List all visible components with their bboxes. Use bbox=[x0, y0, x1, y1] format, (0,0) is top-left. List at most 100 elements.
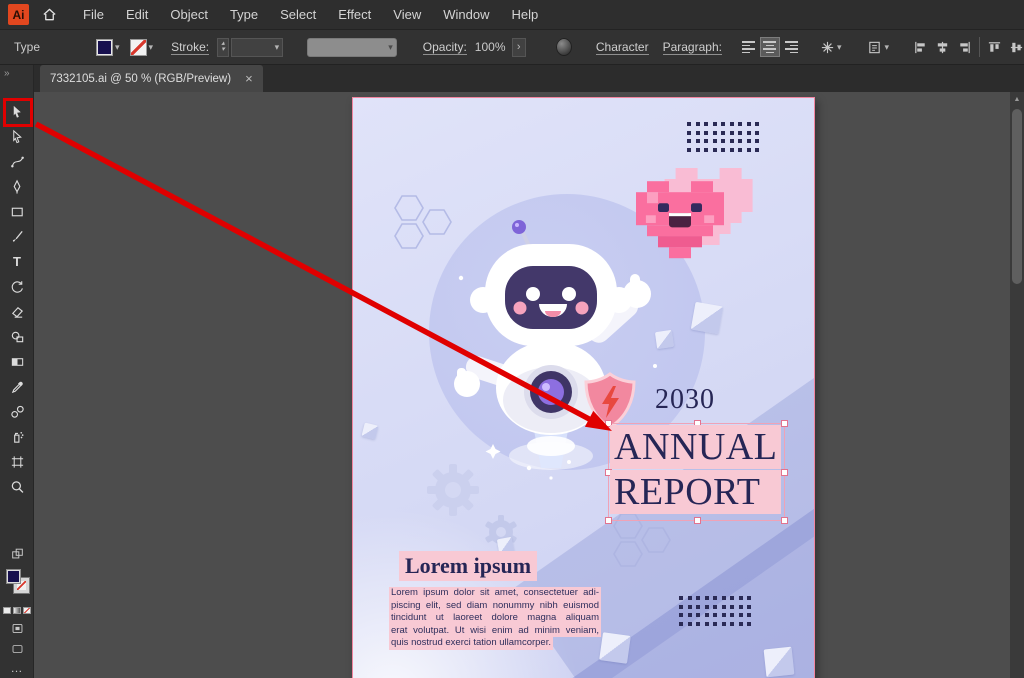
vertical-align-top-icon[interactable] bbox=[987, 40, 1002, 55]
menu-item[interactable]: Select bbox=[269, 0, 327, 29]
gradient-tool[interactable] bbox=[4, 349, 30, 374]
fill-swatch-icon[interactable] bbox=[6, 569, 21, 584]
selection-handle[interactable] bbox=[781, 469, 788, 476]
chevron-down-icon[interactable]: ▾ bbox=[115, 43, 120, 52]
fill-stroke-swatches[interactable] bbox=[0, 567, 34, 601]
scrollbar-thumb[interactable] bbox=[1012, 109, 1022, 284]
horizontal-align-right-icon[interactable] bbox=[957, 40, 972, 55]
none-button[interactable] bbox=[23, 607, 31, 614]
symbol-sprayer-tool[interactable] bbox=[4, 424, 30, 449]
rotate-tool[interactable] bbox=[4, 274, 30, 299]
align-left-icon[interactable] bbox=[738, 37, 758, 57]
menu-item[interactable]: Edit bbox=[115, 0, 159, 29]
stroke-weight-stepper[interactable]: ▴▾ bbox=[217, 38, 229, 57]
home-button[interactable] bbox=[36, 0, 62, 30]
poster-website-text[interactable]: WWW.YOURSITE.COM bbox=[783, 554, 794, 678]
cube-shape bbox=[599, 632, 631, 664]
menu-item[interactable]: Type bbox=[219, 0, 269, 29]
poster-heading-text[interactable]: Lorem ipsum bbox=[399, 551, 537, 581]
illustrator-window: Ai FileEditObjectTypeSelectEffectViewWin… bbox=[0, 0, 1024, 678]
brush-definition-select[interactable]: ▾ bbox=[307, 38, 397, 57]
illustrator-logo-icon: Ai bbox=[8, 4, 29, 25]
document-tab-title: 7332105.ai @ 50 % (RGB/Preview) bbox=[50, 73, 231, 85]
poster-title-line2: REPORT bbox=[610, 470, 781, 514]
menu-item[interactable]: File bbox=[72, 0, 115, 29]
poster-body-text[interactable]: Lorem ipsum dolor sit amet, consectetuer… bbox=[389, 587, 601, 650]
opacity-label[interactable]: Opacity: bbox=[423, 40, 467, 55]
selection-handle[interactable] bbox=[781, 420, 788, 427]
curvature-tool[interactable] bbox=[4, 149, 30, 174]
stepper-down-icon[interactable]: ▾ bbox=[221, 47, 225, 53]
drawing-modes-icon[interactable] bbox=[10, 622, 25, 635]
stroke-weight-select[interactable]: ▾ bbox=[231, 38, 283, 57]
fill-color-swatch[interactable] bbox=[96, 39, 113, 56]
direct-selection-tool[interactable] bbox=[4, 124, 30, 149]
selection-handle[interactable] bbox=[781, 517, 788, 524]
color-mode-buttons bbox=[0, 607, 34, 614]
document-setup-button[interactable]: ▾ bbox=[867, 40, 889, 55]
fill-color-control[interactable]: ▾ bbox=[96, 39, 120, 56]
horizontal-align-left-icon[interactable] bbox=[913, 40, 928, 55]
eraser-tool[interactable] bbox=[4, 299, 30, 324]
stroke-label[interactable]: Stroke: bbox=[171, 40, 209, 55]
document-tab[interactable]: 7332105.ai @ 50 % (RGB/Preview) × bbox=[40, 65, 263, 92]
align-right-icon[interactable] bbox=[782, 37, 802, 57]
options-bar: Type ▾ ▾ Stroke: ▴▾ ▾ ▾ Opacity: 100% › … bbox=[0, 30, 1024, 65]
cube-shape bbox=[691, 302, 723, 334]
shape-builder-tool[interactable] bbox=[4, 324, 30, 349]
paintbrush-tool[interactable] bbox=[4, 224, 30, 249]
rectangle-tool[interactable] bbox=[4, 199, 30, 224]
home-icon bbox=[42, 7, 57, 22]
draw-mode-icon[interactable] bbox=[10, 547, 25, 561]
stroke-color-swatch[interactable] bbox=[130, 39, 147, 56]
dot-grid-top bbox=[687, 122, 760, 153]
chevron-down-icon: ▾ bbox=[837, 43, 842, 52]
opacity-value[interactable]: 100% bbox=[475, 40, 506, 54]
canvas[interactable]: 2030 ANNUAL REPORT Lorem ipsum bbox=[34, 92, 1024, 678]
symbol-sprayer-tool-icon bbox=[10, 429, 25, 445]
eyedropper-tool[interactable] bbox=[4, 374, 30, 399]
artboard-tool[interactable] bbox=[4, 449, 30, 474]
chevron-down-icon[interactable]: ▾ bbox=[149, 43, 154, 52]
tool-list: T bbox=[0, 99, 34, 499]
menu-item[interactable]: Effect bbox=[327, 0, 382, 29]
type-tool[interactable]: T bbox=[4, 249, 30, 274]
blend-tool[interactable] bbox=[4, 399, 30, 424]
pixel-heart-illustration[interactable] bbox=[636, 168, 757, 267]
menu-item[interactable]: View bbox=[382, 0, 432, 29]
menu-item[interactable]: Help bbox=[500, 0, 549, 29]
color-button[interactable] bbox=[3, 607, 11, 614]
screen-mode-icon[interactable] bbox=[10, 643, 25, 655]
menu-bar: Ai FileEditObjectTypeSelectEffectViewWin… bbox=[0, 0, 1024, 30]
vertical-align-center-icon[interactable] bbox=[1009, 40, 1024, 55]
scroll-up-button[interactable]: ▲ bbox=[1010, 93, 1024, 106]
paragraph-label[interactable]: Paragraph: bbox=[663, 40, 722, 55]
gradient-button[interactable] bbox=[13, 607, 21, 614]
body-text-line: tincidunt ut laoreet dolore magna aliqua… bbox=[389, 612, 601, 625]
stroke-color-control[interactable]: ▾ bbox=[130, 39, 154, 56]
poster-title-object[interactable]: ANNUAL REPORT bbox=[608, 423, 785, 521]
horizontal-align-center-icon[interactable] bbox=[935, 40, 950, 55]
type-tool-icon: T bbox=[13, 254, 21, 269]
pen-tool-icon bbox=[10, 179, 25, 195]
poster-year-text[interactable]: 2030 bbox=[655, 384, 715, 416]
zoom-tool[interactable] bbox=[4, 474, 30, 499]
recolor-artwork-icon[interactable] bbox=[556, 38, 572, 56]
character-label[interactable]: Character bbox=[596, 40, 649, 55]
divider bbox=[979, 37, 980, 57]
selection-handle[interactable] bbox=[605, 517, 612, 524]
vertical-scrollbar[interactable]: ▲ bbox=[1010, 92, 1024, 678]
paintbrush-tool-icon bbox=[10, 229, 25, 245]
menu-item[interactable]: Window bbox=[432, 0, 500, 29]
selection-handle[interactable] bbox=[694, 517, 701, 524]
edit-toolbar-button[interactable]: … bbox=[11, 661, 24, 675]
body-text-line: Lorem ipsum dolor sit amet, consectetuer… bbox=[389, 587, 601, 600]
effects-button[interactable]: ▾ bbox=[820, 40, 842, 55]
panel-collapse-button[interactable]: » bbox=[4, 68, 10, 79]
pen-tool[interactable] bbox=[4, 174, 30, 199]
opacity-options-button[interactable]: › bbox=[512, 38, 526, 57]
align-center-icon[interactable] bbox=[760, 37, 780, 57]
artboard[interactable]: 2030 ANNUAL REPORT Lorem ipsum bbox=[352, 97, 815, 678]
menu-item[interactable]: Object bbox=[159, 0, 219, 29]
tab-close-icon[interactable]: × bbox=[245, 71, 253, 86]
